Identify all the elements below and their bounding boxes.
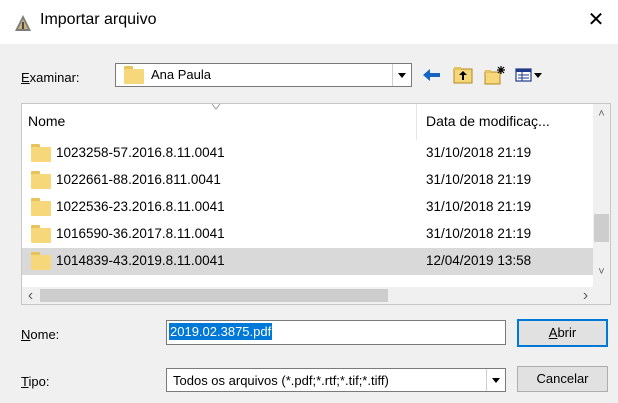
close-icon: ✕ xyxy=(587,9,605,31)
open-button[interactable]: Abrir xyxy=(517,319,608,347)
up-folder-button[interactable] xyxy=(451,64,475,86)
filename-label: Nome: xyxy=(21,327,60,342)
filetype-value: Todos os arquivos (*.pdf;*.rtf;*.tif;*.t… xyxy=(173,373,389,388)
new-folder-icon xyxy=(484,66,505,85)
folder-icon xyxy=(31,144,51,162)
window-title: Importar arquivo xyxy=(40,11,157,28)
folder-icon xyxy=(31,171,51,189)
horizontal-scroll-thumb[interactable] xyxy=(40,289,388,302)
folder-icon xyxy=(124,66,144,84)
up-folder-icon xyxy=(453,67,473,84)
scroll-down-icon[interactable]: ˅ xyxy=(593,264,610,281)
list-item[interactable]: 1016590-36.2017.8.11.0041 31/10/2018 21:… xyxy=(22,221,594,248)
list-header: Nome Data de modificaç... xyxy=(22,104,594,140)
title-bar: Importar arquivo ✕ xyxy=(0,0,618,44)
file-name: 1014839-43.2019.8.11.0041 xyxy=(56,253,225,268)
list-item[interactable]: 1023258-57.2016.8.11.0041 31/10/2018 21:… xyxy=(22,140,594,167)
back-button[interactable] xyxy=(420,64,444,86)
list-item[interactable]: 1022536-23.2016.8.11.0041 31/10/2018 21:… xyxy=(22,194,594,221)
filename-input[interactable]: 2019.02.3875.pdf xyxy=(166,320,506,345)
vertical-scrollbar[interactable]: ˄ ˅ xyxy=(593,104,610,287)
file-date: 31/10/2018 21:19 xyxy=(426,172,532,187)
folder-icon xyxy=(31,225,51,243)
file-date: 31/10/2018 21:19 xyxy=(426,199,532,214)
file-date: 31/10/2018 21:19 xyxy=(426,226,532,241)
lookin-label: Examinar: xyxy=(21,70,80,85)
file-date: 31/10/2018 21:19 xyxy=(426,145,532,160)
file-name: 1023258-57.2016.8.11.0041 xyxy=(56,145,225,160)
view-menu-icon xyxy=(515,68,542,82)
import-app-icon xyxy=(15,15,31,31)
column-divider[interactable] xyxy=(416,104,417,140)
scroll-left-icon[interactable]: ‹ xyxy=(22,287,39,304)
column-header-name[interactable]: Nome xyxy=(28,113,65,129)
sort-caret-icon xyxy=(212,104,220,110)
lookin-dropdown[interactable]: Ana Paula xyxy=(115,63,412,87)
file-list[interactable]: Nome Data de modificaç... 1023258-57.201… xyxy=(21,103,611,305)
filetype-label: Tipo: xyxy=(21,374,50,389)
filetype-dropdown[interactable]: Todos os arquivos (*.pdf;*.rtf;*.tif;*.t… xyxy=(166,368,506,392)
lookin-value: Ana Paula xyxy=(151,67,211,82)
list-item[interactable]: 1022661-88.2016.811.0041 31/10/2018 21:1… xyxy=(22,167,594,194)
file-name: 1016590-36.2017.8.11.0041 xyxy=(56,226,225,241)
import-file-dialog: Importar arquivo ✕ Examinar: Ana Paula N… xyxy=(0,0,618,403)
file-date: 12/04/2019 13:58 xyxy=(426,253,532,268)
new-folder-button[interactable] xyxy=(483,64,507,86)
column-header-date[interactable]: Data de modificaç... xyxy=(426,113,550,129)
view-menu-button[interactable] xyxy=(514,64,544,86)
horizontal-scrollbar[interactable]: ‹ › xyxy=(22,287,594,304)
cancel-button[interactable]: Cancelar xyxy=(517,366,608,392)
back-arrow-icon xyxy=(423,69,440,81)
folder-icon xyxy=(31,252,51,270)
filename-value: 2019.02.3875.pdf xyxy=(169,323,273,340)
chevron-down-icon[interactable] xyxy=(392,64,411,86)
list-item-selected[interactable]: 1014839-43.2019.8.11.0041 12/04/2019 13:… xyxy=(22,248,594,275)
file-name: 1022661-88.2016.811.0041 xyxy=(56,172,221,187)
scroll-up-icon[interactable]: ˄ xyxy=(593,106,610,123)
file-name: 1022536-23.2016.8.11.0041 xyxy=(56,199,225,214)
scroll-corner xyxy=(593,287,610,304)
scroll-right-icon[interactable]: › xyxy=(577,287,594,304)
folder-icon xyxy=(31,198,51,216)
chevron-down-icon[interactable] xyxy=(486,369,505,391)
vertical-scroll-thumb[interactable] xyxy=(594,214,609,242)
close-button[interactable]: ✕ xyxy=(584,8,608,32)
